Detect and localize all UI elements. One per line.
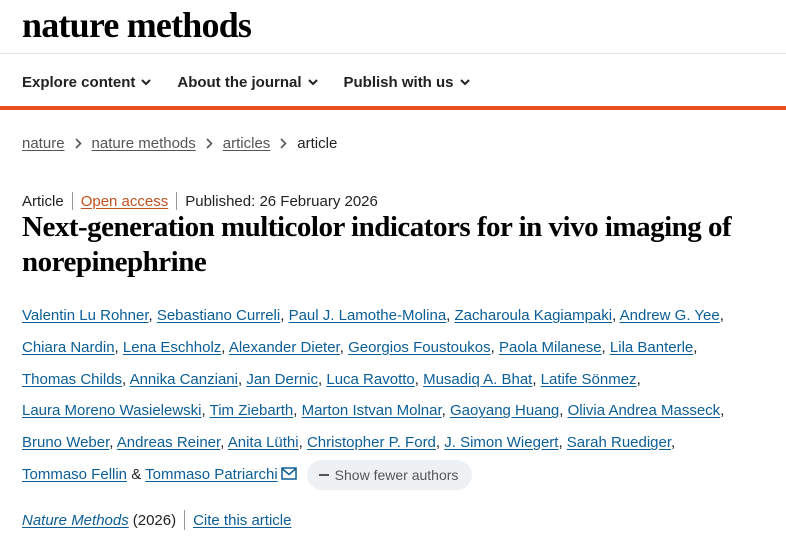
breadcrumb-current: article — [297, 135, 338, 152]
article-title: Next-generation multicolor indicators fo… — [22, 211, 732, 278]
author-separator: , — [280, 307, 285, 324]
show-fewer-authors-button[interactable]: Show fewer authors — [306, 460, 473, 491]
author-link[interactable]: Anita Lüthi — [228, 434, 299, 451]
author-separator: , — [201, 402, 206, 420]
meta-divider — [71, 192, 73, 210]
author-link[interactable]: Laura Moreno Wasielewski — [22, 402, 202, 419]
header-divider — [0, 53, 786, 54]
author-link[interactable]: Latife Sönmez — [541, 371, 637, 388]
citation-year: (2026) — [132, 511, 177, 529]
nav-publish-with-us[interactable]: Publish with us — [344, 74, 470, 91]
author-link[interactable]: Tommaso Patriarchi — [145, 466, 278, 483]
author-separator: , — [636, 370, 641, 388]
author-separator: , — [693, 338, 698, 356]
accent-bar — [0, 106, 786, 110]
author-separator: , — [148, 307, 153, 324]
mail-icon[interactable] — [280, 460, 297, 492]
cite-this-article-link[interactable]: Cite this article — [193, 512, 291, 529]
show-fewer-label: Show fewer authors — [334, 467, 459, 484]
author-link[interactable]: Bruno Weber — [22, 434, 109, 451]
citation-divider — [184, 510, 186, 530]
author-separator: , — [559, 402, 564, 420]
author-link[interactable]: Jan Dernic — [246, 371, 318, 388]
author-link[interactable]: Musadiq A. Bhat — [423, 371, 532, 388]
author-separator: , — [490, 338, 495, 356]
chevron-right-icon — [280, 138, 287, 149]
nav-label: About the journal — [177, 73, 302, 91]
author-separator: , — [446, 307, 451, 324]
author-link[interactable]: Paul J. Lamothe-Molina — [289, 307, 447, 324]
author-link[interactable]: Andreas Reiner — [117, 434, 220, 451]
breadcrumb-nature-methods[interactable]: nature methods — [92, 135, 196, 152]
author-link[interactable]: Lena Eschholz — [123, 339, 221, 356]
author-separator: , — [558, 434, 563, 452]
author-separator: , — [221, 338, 226, 356]
author-link[interactable]: Chiara Nardin — [22, 339, 115, 356]
nav-about-journal[interactable]: About the journal — [177, 73, 318, 91]
author-conjunction: & — [131, 465, 142, 483]
author-separator: , — [671, 434, 676, 452]
chevron-right-icon — [74, 138, 82, 149]
author-separator: , — [601, 338, 606, 356]
author-separator: , — [114, 338, 119, 356]
author-link[interactable]: Alexander Dieter — [229, 339, 340, 356]
author-separator: , — [220, 434, 225, 452]
meta-divider — [176, 192, 178, 210]
published-date: Published: 26 February 2026 — [185, 192, 378, 210]
author-separator: , — [435, 434, 441, 452]
nav-label: Explore content — [22, 73, 136, 91]
author-link[interactable]: Tommaso Fellin — [22, 466, 127, 483]
chevron-down-icon — [141, 78, 152, 86]
author-separator: , — [293, 402, 298, 420]
author-link[interactable]: Andrew G. Yee — [620, 307, 720, 324]
author-link[interactable]: Gaoyang Huang — [450, 402, 559, 419]
page: nature methods Explore content About the… — [0, 0, 786, 552]
author-link[interactable]: Paola Milanese — [499, 339, 602, 356]
author-link[interactable]: Annika Canziani — [130, 371, 238, 388]
author-separator: , — [122, 370, 127, 388]
author-link[interactable]: Sebastiano Curreli — [157, 307, 280, 324]
nav-label: Publish with us — [343, 73, 454, 91]
chevron-down-icon — [307, 78, 318, 86]
breadcrumb: nature nature methods articles article — [22, 135, 337, 152]
minus-icon — [318, 474, 329, 477]
article-type: Article — [22, 192, 64, 210]
author-link[interactable]: Tim Ziebarth — [210, 402, 294, 419]
author-separator: , — [298, 434, 303, 452]
author-separator: , — [109, 434, 114, 452]
author-separator: , — [237, 370, 243, 388]
author-list: Valentin Lu Rohner, Sebastiano Curreli, … — [22, 300, 772, 492]
author-separator: , — [414, 370, 419, 388]
breadcrumb-nature[interactable]: nature — [22, 135, 65, 152]
open-access-link[interactable]: Open access — [81, 193, 169, 210]
author-separator: , — [441, 402, 446, 420]
nav-explore-content[interactable]: Explore content — [22, 73, 152, 91]
chevron-down-icon — [459, 78, 470, 86]
author-link[interactable]: Lila Banterle — [610, 339, 693, 356]
author-link[interactable]: Zacharoula Kagiampaki — [455, 307, 613, 324]
author-link[interactable]: Thomas Childs — [22, 371, 122, 388]
citation-row: Nature Methods (2026) Cite this article — [22, 510, 291, 530]
main-nav: Explore content About the journal Publis… — [22, 71, 496, 93]
author-link[interactable]: Luca Ravotto — [326, 371, 414, 388]
author-separator: , — [612, 307, 617, 324]
author-separator: , — [720, 402, 725, 420]
author-link[interactable]: Olivia Andrea Masseck — [568, 402, 721, 419]
breadcrumb-articles[interactable]: articles — [223, 135, 271, 152]
author-separator: , — [339, 338, 344, 356]
author-link[interactable]: Christopher P. Ford — [307, 434, 436, 451]
chevron-right-icon — [206, 138, 213, 149]
author-separator: , — [719, 307, 724, 324]
author-separator: , — [532, 370, 537, 388]
author-link[interactable]: J. Simon Wiegert — [444, 434, 558, 451]
author-link[interactable]: Marton Istvan Molnar — [302, 402, 442, 419]
author-separator: , — [318, 370, 323, 388]
author-link[interactable]: Valentin Lu Rohner — [22, 307, 148, 324]
article-meta: Article Open access Published: 26 Februa… — [22, 192, 378, 210]
journal-link[interactable]: Nature Methods — [22, 512, 129, 529]
author-link[interactable]: Sarah Ruediger — [567, 434, 671, 451]
author-link[interactable]: Georgios Foustoukos — [348, 339, 491, 356]
journal-logo[interactable]: nature methods — [22, 4, 252, 46]
